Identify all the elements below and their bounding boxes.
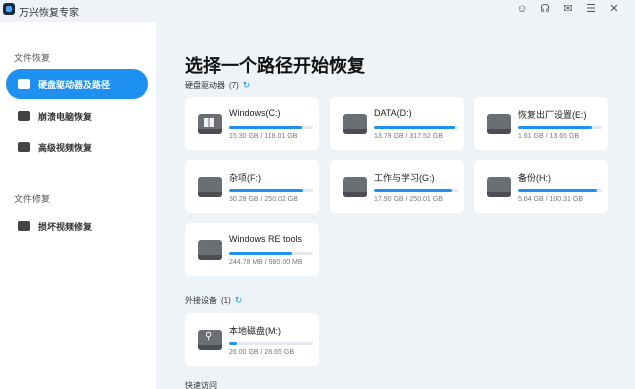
sidebar-item-video-recovery[interactable]: 高级视频恢复	[6, 132, 148, 162]
sidebar-section-repair: 文件修复	[14, 194, 51, 204]
drive-name: Windows RE tools	[229, 234, 303, 244]
drive-card[interactable]: DATA(D:) 13.79 GB / 317.52 GB	[330, 97, 464, 150]
drive-size: 30.28 GB / 250.02 GB	[229, 196, 298, 203]
drive-size: 5.64 GB / 100.31 GB	[518, 196, 583, 203]
drive-usage-bar	[374, 189, 458, 192]
drives-count: (7)	[229, 81, 239, 90]
drive-usage-fill	[229, 189, 303, 192]
sidebar-item-label: 硬盘驱动器及路径	[38, 79, 111, 90]
drive-usage-fill	[374, 189, 453, 192]
drive-name: 工作与学习(G:)	[374, 173, 435, 183]
drive-size: 13.79 GB / 317.52 GB	[374, 133, 443, 140]
external-section-header: 外接设备 (1) ↻	[185, 295, 242, 306]
sidebar: 文件恢复 硬盘驱动器及路径 崩溃电脑恢复 高级视频恢复 文件修复 损坏视频修复	[0, 22, 156, 389]
drive-size: 26.00 GB / 28.65 GB	[229, 349, 294, 356]
drive-usage-bar	[229, 126, 313, 129]
hard-drive-icon	[487, 114, 511, 134]
external-count: (1)	[221, 296, 231, 305]
drive-name: DATA(D:)	[374, 108, 412, 118]
sidebar-item-crash-recovery[interactable]: 崩溃电脑恢复	[6, 101, 148, 131]
headset-icon[interactable]: ☊	[538, 2, 552, 16]
drive-usage-fill	[229, 252, 292, 255]
video-camera-icon	[18, 142, 30, 152]
menu-icon[interactable]: ☰	[584, 2, 598, 16]
drive-usage-fill	[374, 126, 455, 129]
hard-drive-icon	[343, 114, 367, 134]
drive-name: Windows(C:)	[229, 108, 281, 118]
hard-drive-icon	[487, 177, 511, 197]
drive-card[interactable]: Windows(C:) 15.30 GB / 118.01 GB	[185, 97, 319, 150]
app-title: 万兴恢复专家	[19, 8, 79, 19]
hard-drive-icon	[18, 79, 30, 89]
drive-name: 恢复出厂设置(E:)	[518, 110, 587, 120]
drive-size: 1.61 GB / 13.65 GB	[518, 133, 580, 140]
drive-usage-fill	[518, 189, 597, 192]
mail-icon[interactable]: ✉	[561, 2, 575, 16]
close-icon[interactable]: ✕	[607, 2, 621, 16]
drive-usage-fill	[229, 126, 303, 129]
sidebar-item-label: 崩溃电脑恢复	[38, 111, 93, 122]
drive-card[interactable]: 恢复出厂设置(E:) 1.61 GB / 13.65 GB	[474, 97, 608, 150]
drive-usage-bar	[229, 342, 313, 345]
drive-usage-bar	[229, 252, 313, 255]
drive-name: 杂项(F:)	[229, 173, 261, 183]
drive-card[interactable]: 杂项(F:) 30.28 GB / 250.02 GB	[185, 160, 319, 213]
drive-size: 17.90 GB / 250.01 GB	[374, 196, 443, 203]
hard-drive-icon	[198, 240, 222, 260]
quick-access-label: 快速访问	[185, 381, 217, 389]
sidebar-item-drives[interactable]: 硬盘驱动器及路径	[6, 69, 148, 99]
sidebar-item-video-repair[interactable]: 损坏视频修复	[6, 211, 148, 241]
title-bar: 万兴恢复专家 ☺ ☊ ✉ ☰ ✕	[0, 0, 635, 22]
drive-card[interactable]: 备份(H:) 5.64 GB / 100.31 GB	[474, 160, 608, 213]
drives-label: 硬盘驱动器	[185, 81, 225, 90]
hard-drive-icon	[198, 177, 222, 197]
drive-size: 15.30 GB / 118.01 GB	[229, 133, 298, 140]
main-panel: 选择一个路径开始恢复 硬盘驱动器 (7) ↻ Windows(C:) 15.30 …	[156, 22, 635, 389]
sidebar-section-recover: 文件恢复	[14, 53, 51, 63]
titlebar-actions: ☺ ☊ ✉ ☰ ✕	[515, 2, 621, 16]
user-icon[interactable]: ☺	[515, 2, 529, 16]
windows-drive-icon	[198, 114, 222, 134]
page-title: 选择一个路径开始恢复	[185, 56, 365, 76]
monitor-icon	[18, 111, 30, 121]
drive-usage-bar	[229, 189, 313, 192]
drive-card[interactable]: 工作与学习(G:) 17.90 GB / 250.01 GB	[330, 160, 464, 213]
drive-usage-fill	[518, 126, 592, 129]
drive-card[interactable]: Windows RE tools 244.78 MB / 980.00 MB	[185, 223, 319, 276]
drive-usage-fill	[229, 342, 237, 345]
refresh-icon[interactable]: ↻	[235, 295, 243, 306]
hard-drive-icon	[343, 177, 367, 197]
app-logo-icon	[3, 3, 15, 15]
drive-name: 本地磁盘(M:)	[229, 326, 281, 336]
video-repair-icon	[18, 221, 30, 231]
drive-size: 244.78 MB / 980.00 MB	[229, 259, 303, 266]
external-label: 外接设备	[185, 296, 217, 305]
drive-card[interactable]: 本地磁盘(M:) 26.00 GB / 28.65 GB	[185, 313, 319, 366]
drive-usage-bar	[374, 126, 458, 129]
sidebar-item-label: 高级视频恢复	[38, 142, 93, 153]
usb-drive-icon	[198, 330, 222, 350]
drive-name: 备份(H:)	[518, 173, 551, 183]
refresh-icon[interactable]: ↻	[243, 80, 251, 91]
drive-usage-bar	[518, 189, 602, 192]
drive-usage-bar	[518, 126, 602, 129]
drives-section-header: 硬盘驱动器 (7) ↻	[185, 80, 250, 91]
sidebar-item-label: 损坏视频修复	[38, 221, 93, 232]
